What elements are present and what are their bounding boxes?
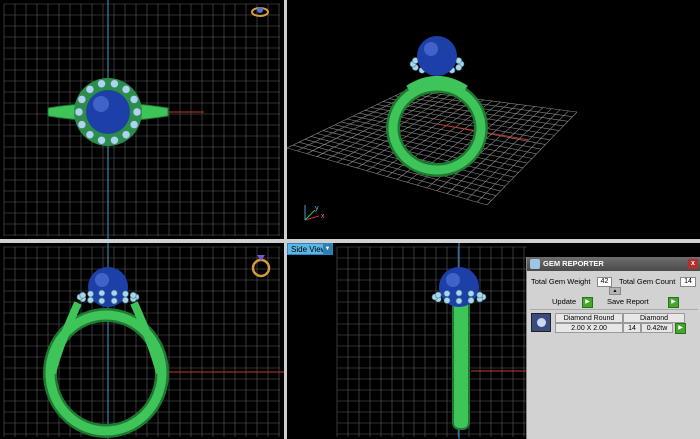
total-gem-weight-value: 42 (597, 277, 612, 287)
chevron-down-icon: ▼ (323, 244, 332, 254)
ring-top-icon (251, 7, 269, 17)
arrow-right-icon[interactable]: ▶ (668, 297, 679, 308)
perspective-viewport[interactable]: y x (287, 0, 700, 239)
arrow-right-icon[interactable]: ▶ (582, 297, 593, 308)
gem-type: Diamond (623, 313, 685, 323)
side-view-dropdown[interactable]: Side View ▼ (287, 243, 333, 255)
gem-thumbnail-icon (531, 313, 551, 332)
front-viewport[interactable] (0, 243, 284, 439)
save-report-button[interactable]: Save Report (607, 296, 649, 307)
svg-text:y: y (315, 205, 319, 212)
collapse-toggle[interactable]: ▲ (609, 287, 621, 295)
gem-name: Diamond Round (555, 313, 623, 323)
panel-separator (530, 309, 698, 310)
ring-front-view (43, 243, 284, 439)
total-gem-count-value: 14 (680, 277, 696, 287)
gem-size: 2.00 X 2.00 (555, 323, 623, 333)
gem-actions-row: Update ▶ Save Report ▶ (527, 296, 700, 308)
close-icon[interactable]: x (688, 259, 698, 269)
axis-gizmo-icon: y x (304, 205, 325, 221)
ring-front-icon (251, 255, 271, 278)
ring-top-view (47, 0, 204, 239)
total-gem-weight-label: Total Gem Weight (531, 277, 591, 286)
gem-reporter-logo-icon (530, 259, 540, 269)
gem-weight: 0.42tw (641, 323, 673, 333)
gem-reporter-panel: GEM REPORTER x Total Gem Weight 42 Total… (526, 257, 700, 439)
arrow-right-icon[interactable]: ▶ (675, 323, 686, 334)
gem-count: 14 (623, 323, 641, 333)
update-button[interactable]: Update (552, 296, 576, 307)
svg-text:x: x (321, 213, 325, 220)
gem-reporter-titlebar[interactable]: GEM REPORTER x (527, 257, 700, 271)
ring-perspective-view (386, 36, 530, 177)
gem-reporter-title: GEM REPORTER (543, 259, 604, 268)
gem-list-item[interactable]: Diamond Round 2.00 X 2.00 Diamond 14 0.4… (531, 312, 697, 334)
top-viewport[interactable] (0, 0, 284, 239)
total-gem-count-label: Total Gem Count (619, 277, 676, 286)
side-view-label: Side View (291, 245, 327, 254)
